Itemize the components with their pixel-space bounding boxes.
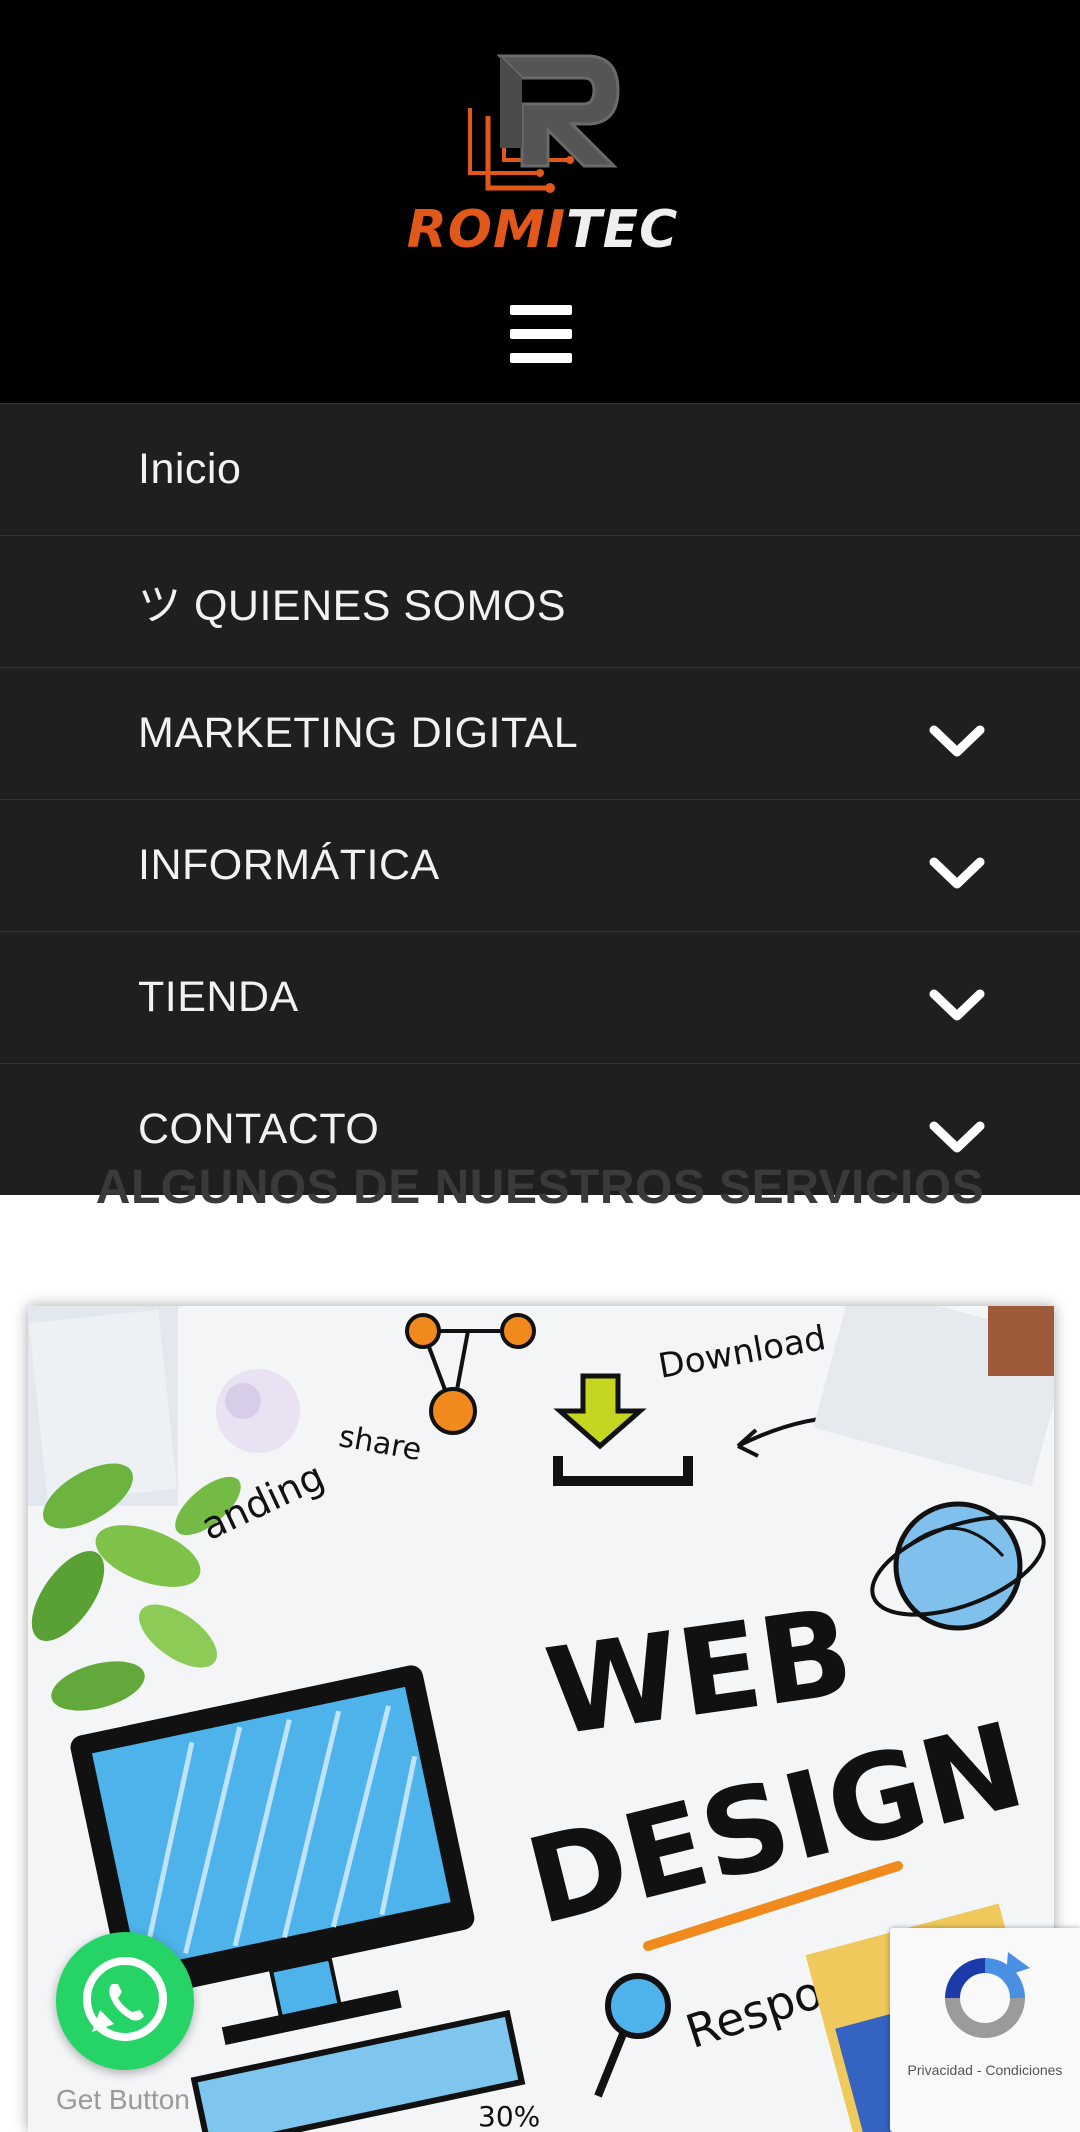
chevron-down-icon[interactable] (928, 854, 986, 894)
chevron-down-icon[interactable] (928, 722, 986, 762)
menu-item-quienes-somos[interactable]: ツ QUIENES SOMOS (0, 535, 1080, 667)
logo-mark (468, 54, 620, 193)
chevron-down-icon[interactable] (928, 986, 986, 1026)
recaptcha-privacy-link[interactable]: Privacidad (908, 2062, 973, 2078)
section-title: ALGUNOS DE NUESTROS SERVICIOS (95, 1161, 985, 1214)
menu-item-label: ツ QUIENES SOMOS (138, 581, 567, 630)
menu-item-label: CONTACTO (138, 1105, 380, 1153)
hamburger-icon-bar (510, 353, 572, 363)
menu-item-label: Inicio (138, 445, 242, 493)
menu-item-label: TIENDA (138, 973, 299, 1021)
romitec-logo[interactable]: ROMITEC (400, 48, 685, 260)
recaptcha-terms-link[interactable]: Condiciones (985, 2062, 1062, 2078)
chevron-down-icon[interactable] (928, 1118, 986, 1158)
site-header: ROMITEC (0, 0, 1080, 403)
percent-word: 30% (478, 2100, 540, 2132)
recaptcha-separator: - (976, 2062, 982, 2078)
recaptcha-links: Privacidad - Condiciones (890, 2062, 1080, 2078)
menu-item-tienda[interactable]: TIENDA (0, 931, 1080, 1063)
mobile-nav-menu: Inicio ツ QUIENES SOMOS MARKETING DIGITAL… (0, 403, 1080, 1195)
menu-item-label: INFORMÁTICA (138, 841, 440, 889)
menu-item-inicio[interactable]: Inicio (0, 403, 1080, 535)
menu-item-informatica[interactable]: INFORMÁTICA (0, 799, 1080, 931)
hamburger-icon (510, 305, 572, 315)
whatsapp-chat-button[interactable] (56, 1932, 194, 2070)
logo-wordmark: ROMITEC (406, 200, 679, 260)
recaptcha-icon (945, 1952, 1030, 2038)
whatsapp-icon (83, 1957, 167, 2041)
menu-item-marketing-digital[interactable]: MARKETING DIGITAL (0, 667, 1080, 799)
recaptcha-badge[interactable]: Privacidad - Condiciones (890, 1928, 1080, 2132)
hamburger-icon-bar (510, 329, 572, 339)
get-button-caption[interactable]: Get Button (56, 2084, 190, 2116)
menu-item-label: MARKETING DIGITAL (138, 709, 579, 757)
hamburger-menu-button[interactable] (510, 305, 572, 363)
